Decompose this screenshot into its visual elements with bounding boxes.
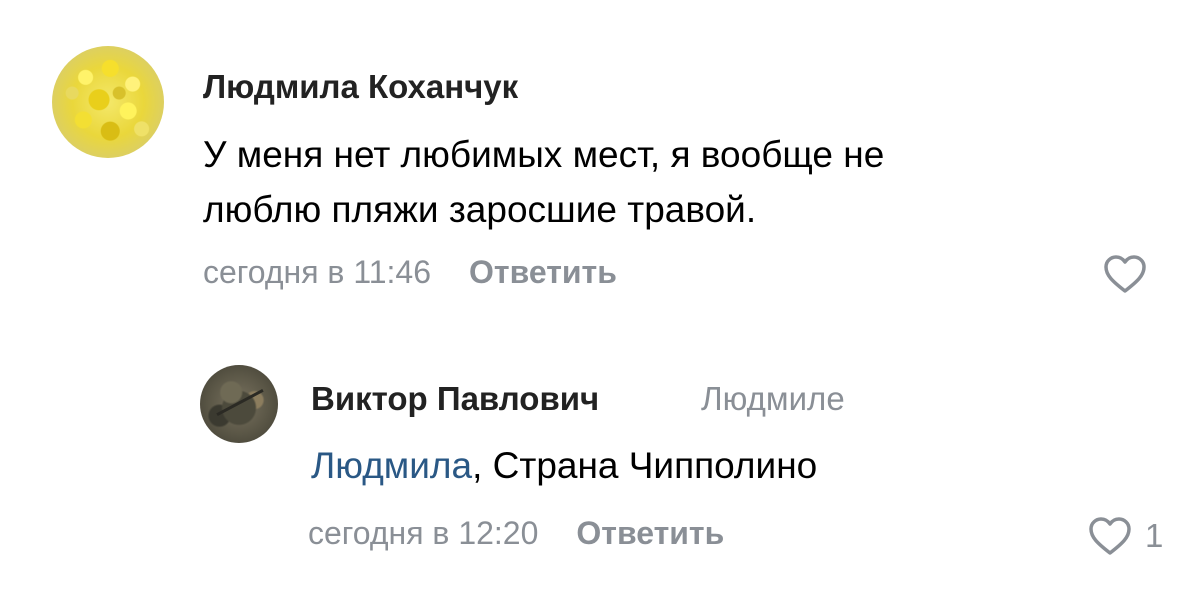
comment-timestamp[interactable]: сегодня в 12:20	[308, 515, 538, 551]
comment-text-line: У меня нет любимых мест, я вообще не	[203, 134, 885, 175]
comment-text-line: люблю пляжи заросшие травой.	[203, 189, 757, 230]
comment-text-rest: , Страна Чипполино	[472, 445, 818, 486]
comment-meta: сегодня в 11:46 Ответить	[203, 254, 617, 291]
mention-link[interactable]: Людмила	[311, 445, 472, 486]
comment-author[interactable]: Виктор Павлович	[311, 380, 599, 418]
reply-to-label[interactable]: Людмиле	[701, 380, 845, 418]
like-button[interactable]	[1102, 254, 1148, 294]
heart-outline-icon	[1089, 517, 1131, 555]
comment-meta: сегодня в 12:20 Ответить	[308, 515, 724, 552]
like-count: 1	[1145, 517, 1164, 554]
reply-button[interactable]: Ответить	[576, 515, 724, 551]
reply-button[interactable]: Ответить	[469, 254, 617, 290]
avatar[interactable]	[52, 46, 164, 158]
comment-timestamp[interactable]: сегодня в 11:46	[203, 254, 431, 290]
comment-author[interactable]: Людмила Коханчук	[203, 68, 518, 106]
reply-comment: Виктор Павлович Людмиле Людмила, Страна …	[0, 340, 1200, 610]
comment: Людмила Коханчук У меня нет любимых мест…	[0, 0, 1200, 320]
like-button[interactable]: 1	[1087, 516, 1163, 556]
comment-text: Людмила, Страна Чипполино	[311, 438, 817, 493]
comment-text: У меня нет любимых мест, я вообще не люб…	[203, 127, 884, 237]
avatar[interactable]	[200, 365, 278, 443]
heart-outline-icon	[1104, 255, 1146, 293]
